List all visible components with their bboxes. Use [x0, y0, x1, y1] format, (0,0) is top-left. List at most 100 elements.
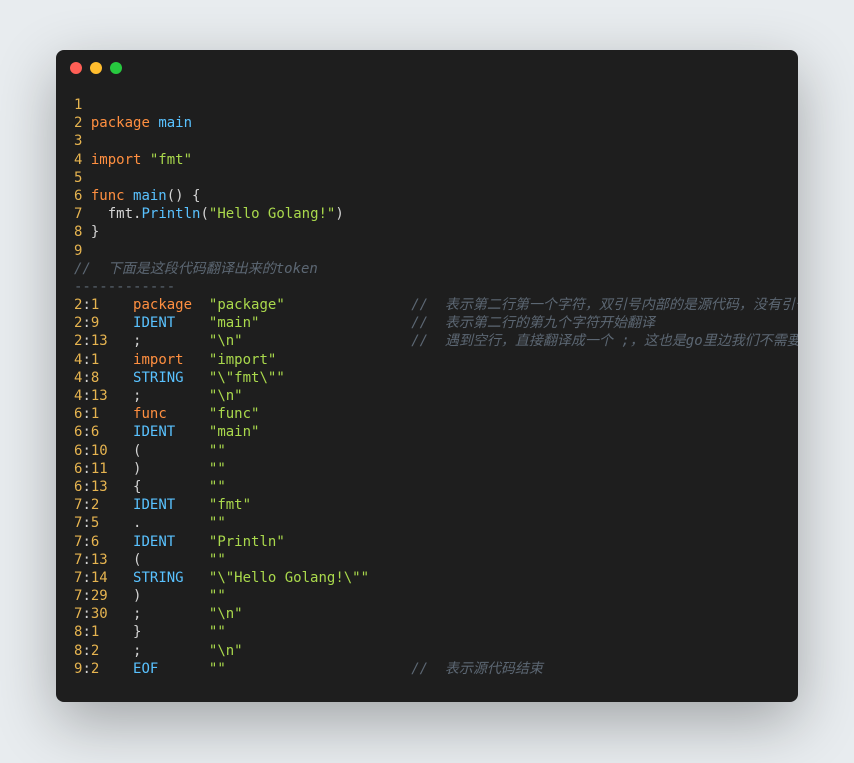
code-segment: {	[184, 188, 201, 204]
code-segment: "fmt"	[141, 152, 192, 168]
colon-separator: :	[82, 606, 90, 622]
token-type: (	[133, 552, 209, 568]
token-column-number: 13	[91, 479, 133, 495]
colon-separator: :	[82, 497, 90, 513]
token-type: EOF	[133, 661, 209, 677]
token-comment: // 表示第二行第一个字符，双引号内部的是源代码，没有引号的是翻译的token	[411, 297, 798, 313]
token-column-number: 14	[91, 570, 133, 586]
colon-separator: :	[82, 424, 90, 440]
token-column-number: 5	[91, 515, 133, 531]
colon-separator: :	[82, 297, 90, 313]
token-column-number: 1	[91, 297, 133, 313]
token-line: 2:13 ; "\n" // 遇到空行，直接翻译成一个 ;，这也是go里边我们不…	[74, 332, 780, 350]
token-column-number: 30	[91, 606, 133, 622]
token-type: ;	[133, 643, 209, 659]
source-line: 4 import "fmt"	[74, 151, 780, 169]
colon-separator: :	[82, 443, 90, 459]
token-line: 6:6 IDENT "main"	[74, 423, 780, 441]
token-type: func	[133, 406, 209, 422]
code-segment: Println	[141, 206, 200, 222]
source-line: 3	[74, 132, 780, 150]
token-column-number: 13	[91, 552, 133, 568]
zoom-icon[interactable]	[110, 62, 122, 74]
token-line: 7:30 ; "\n"	[74, 605, 780, 623]
code-segment: package	[91, 115, 150, 131]
colon-separator: :	[82, 352, 90, 368]
colon-separator: :	[82, 370, 90, 386]
code-area: 1 2 package main3 4 import "fmt"5 6 func…	[56, 86, 798, 702]
token-column-number: 13	[91, 333, 133, 349]
token-line: 2:9 IDENT "main" // 表示第二行的第九个字符开始翻译	[74, 314, 780, 332]
token-type: ;	[133, 388, 209, 404]
source-line: 8 }	[74, 223, 780, 241]
colon-separator: :	[82, 552, 90, 568]
token-line: 7:5 . ""	[74, 514, 780, 532]
colon-separator: :	[82, 588, 90, 604]
token-value: "main"	[209, 315, 260, 331]
token-column-number: 1	[91, 406, 133, 422]
token-line: 9:2 EOF "" // 表示源代码结束	[74, 660, 780, 678]
token-line: 6:1 func "func"	[74, 405, 780, 423]
token-value: "\n"	[209, 643, 243, 659]
token-value: ""	[209, 443, 226, 459]
close-icon[interactable]	[70, 62, 82, 74]
token-type: STRING	[133, 570, 209, 586]
token-type: )	[133, 588, 209, 604]
source-line: 2 package main	[74, 114, 780, 132]
source-line: 7 fmt.Println("Hello Golang!")	[74, 205, 780, 223]
token-column-number: 2	[91, 643, 133, 659]
token-type: ;	[133, 606, 209, 622]
code-segment: import	[91, 152, 142, 168]
token-value: ""	[209, 515, 226, 531]
colon-separator: :	[82, 333, 90, 349]
token-value: ""	[209, 552, 226, 568]
token-comment: // 表示第二行的第九个字符开始翻译	[411, 315, 655, 331]
source-line: 1	[74, 96, 780, 114]
token-column-number: 1	[91, 624, 133, 640]
token-column-number: 6	[91, 424, 133, 440]
token-line: 7:13 ( ""	[74, 551, 780, 569]
colon-separator: :	[82, 315, 90, 331]
colon-separator: :	[82, 661, 90, 677]
token-type: IDENT	[133, 424, 209, 440]
code-segment: (	[200, 206, 208, 222]
token-line: 7:6 IDENT "Println"	[74, 533, 780, 551]
token-column-number: 1	[91, 352, 133, 368]
code-segment: fmt	[91, 206, 133, 222]
token-value: ""	[209, 624, 226, 640]
token-line: 4:1 import "import"	[74, 351, 780, 369]
token-value: "\n"	[209, 333, 243, 349]
code-segment: main	[125, 188, 167, 204]
token-comment: // 遇到空行，直接翻译成一个 ;，这也是go里边我们不需要; 的原因	[411, 333, 798, 349]
token-value: "package"	[209, 297, 285, 313]
token-column-number: 29	[91, 588, 133, 604]
token-type: {	[133, 479, 209, 495]
token-type: IDENT	[133, 315, 209, 331]
token-header-comment: // 下面是这段代码翻译出来的token	[74, 260, 780, 278]
code-segment: )	[335, 206, 343, 222]
titlebar	[56, 50, 798, 86]
token-line: 6:10 ( ""	[74, 442, 780, 460]
token-column-number: 11	[91, 461, 133, 477]
token-type: IDENT	[133, 497, 209, 513]
source-line: 6 func main() {	[74, 187, 780, 205]
code-segment: func	[91, 188, 125, 204]
token-type: import	[133, 352, 209, 368]
token-line: 6:11 ) ""	[74, 460, 780, 478]
token-column-number: 6	[91, 534, 133, 550]
code-window: 1 2 package main3 4 import "fmt"5 6 func…	[56, 50, 798, 702]
token-type: }	[133, 624, 209, 640]
token-type: ;	[133, 333, 209, 349]
colon-separator: :	[82, 570, 90, 586]
code-segment: ()	[167, 188, 184, 204]
minimize-icon[interactable]	[90, 62, 102, 74]
token-value: "Println"	[209, 534, 285, 550]
token-value: ""	[209, 661, 226, 677]
token-line: 7:2 IDENT "fmt"	[74, 496, 780, 514]
token-line: 4:8 STRING "\"fmt\""	[74, 369, 780, 387]
token-value: "func"	[209, 406, 260, 422]
colon-separator: :	[82, 461, 90, 477]
token-type: STRING	[133, 370, 209, 386]
token-type: package	[133, 297, 209, 313]
token-value: ""	[209, 461, 226, 477]
